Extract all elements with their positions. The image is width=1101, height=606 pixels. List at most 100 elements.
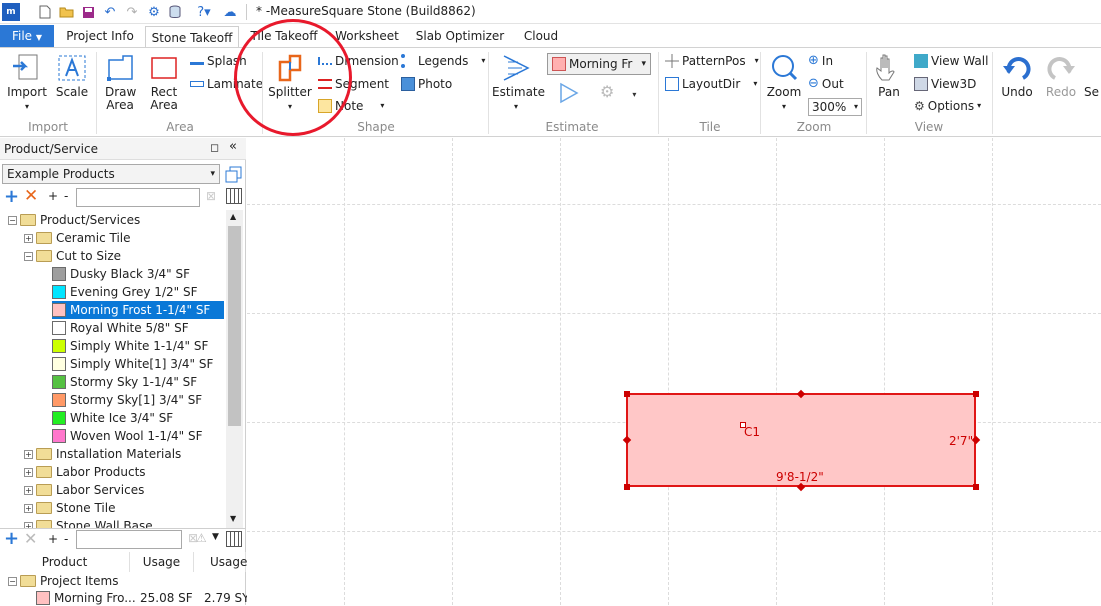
scrollbar-thumb[interactable] xyxy=(228,226,241,426)
expand-all-icon[interactable]: + xyxy=(48,532,58,546)
list-item[interactable]: Royal White 5/8" SF xyxy=(52,319,189,337)
tree-node-labor-products[interactable]: + Labor Products xyxy=(24,463,146,481)
rect-area-button[interactable]: Rect Area xyxy=(144,52,184,112)
column-header-usage[interactable]: Usage xyxy=(130,552,194,572)
pin-icon[interactable]: ◻ xyxy=(210,141,219,154)
list-item[interactable]: Stormy Sky 1-1/4" SF xyxy=(52,373,197,391)
estimate-settings-button[interactable]: ⚙ ▾ xyxy=(600,82,646,106)
scroll-down-icon[interactable]: ▼ xyxy=(230,514,236,523)
pan-button[interactable]: Pan xyxy=(870,52,908,99)
tree-node-stone-tile[interactable]: + Stone Tile xyxy=(24,499,115,517)
collapse-icon[interactable]: « xyxy=(229,139,237,154)
list-item[interactable]: Simply White[1] 3/4" SF xyxy=(52,355,213,373)
tree-node-stone-wall-base[interactable]: + Stone Wall Base xyxy=(24,517,153,528)
project-search-input[interactable] xyxy=(76,530,182,549)
import-button[interactable]: Import ▾ xyxy=(4,52,50,113)
product-list-dropdown[interactable]: Example Products ▾ xyxy=(2,164,220,184)
corner-handle[interactable] xyxy=(973,484,979,490)
collapse-icon[interactable]: − xyxy=(8,576,17,586)
select-button[interactable]: Se xyxy=(1084,52,1101,99)
draw-area-button[interactable]: Draw Area xyxy=(100,52,140,112)
scroll-up-icon[interactable]: ▲ xyxy=(230,212,236,221)
grid-line xyxy=(776,138,777,605)
corner-handle[interactable] xyxy=(624,391,630,397)
tab-file[interactable]: File ▼ xyxy=(0,25,54,47)
tree-node-labor-services[interactable]: + Labor Services xyxy=(24,481,144,499)
zoom-out-button[interactable]: ⊖ Out xyxy=(808,75,844,93)
list-item[interactable]: Evening Grey 1/2" SF xyxy=(52,283,197,301)
play-button[interactable] xyxy=(556,82,584,106)
database-icon[interactable] xyxy=(166,3,184,21)
zoom-level-select[interactable]: 300% ▾ xyxy=(808,98,862,116)
open-folder-icon[interactable] xyxy=(57,3,75,21)
list-item[interactable]: Woven Wool 1-1/4" SF xyxy=(52,427,203,445)
list-item[interactable]: Simply White 1-1/4" SF xyxy=(52,337,208,355)
add-icon[interactable]: + xyxy=(4,528,19,549)
corner-handle[interactable] xyxy=(973,391,979,397)
zoom-in-button[interactable]: ⊕ In xyxy=(808,52,833,70)
expand-icon[interactable]: + xyxy=(24,449,33,459)
layoutdir-button[interactable]: LayoutDir ▾ xyxy=(665,75,757,93)
undo-button[interactable]: Undo xyxy=(996,52,1038,99)
table-row[interactable]: Morning Fro... 25.08 SF 2.79 SY xyxy=(36,590,249,606)
chevron-down-icon[interactable]: ▼ xyxy=(212,532,219,542)
settings-gear-icon[interactable]: ⚙ xyxy=(145,3,163,21)
material-dropdown[interactable]: Morning Fr ▾ xyxy=(547,53,651,75)
list-item[interactable]: White Ice 3/4" SF xyxy=(52,409,173,427)
legends-button[interactable]: Legends ▾ xyxy=(401,52,485,70)
warning-icon[interactable]: ⚠ xyxy=(196,531,207,545)
calculator-icon[interactable] xyxy=(226,531,242,547)
collapse-all-icon[interactable]: - xyxy=(64,532,68,546)
clear-search-icon[interactable]: ⊠ xyxy=(206,189,216,203)
calculator-icon[interactable] xyxy=(226,188,242,204)
expand-icon[interactable]: + xyxy=(24,467,33,477)
collapse-icon[interactable]: − xyxy=(8,215,17,225)
redo-button[interactable]: Redo xyxy=(1040,52,1082,99)
undo-small-icon[interactable]: ↶ xyxy=(101,3,119,21)
patternpos-button[interactable]: PatternPos ▾ xyxy=(665,52,759,70)
help-icon[interactable]: ?▾ xyxy=(192,3,216,21)
list-item[interactable]: Dusky Black 3/4" SF xyxy=(52,265,190,283)
expand-all-icon[interactable]: + xyxy=(48,189,58,203)
redo-small-icon[interactable]: ↷ xyxy=(123,3,141,21)
options-button[interactable]: ⚙ Options ▾ xyxy=(914,97,981,115)
delete-icon[interactable]: ✕ xyxy=(24,186,38,206)
tab-cloud[interactable]: Cloud xyxy=(515,25,567,47)
zoom-button[interactable]: Zoom ▾ xyxy=(764,52,804,113)
tab-project-info[interactable]: Project Info xyxy=(58,25,142,47)
view-wall-button[interactable]: View Wall xyxy=(914,52,988,70)
tab-stone-takeoff[interactable]: Stone Takeoff xyxy=(145,26,239,48)
tab-slab-optimizer[interactable]: Slab Optimizer xyxy=(411,25,509,47)
expand-icon[interactable]: + xyxy=(24,485,33,495)
photo-button[interactable]: Photo xyxy=(401,75,452,93)
product-search-input[interactable] xyxy=(76,188,200,207)
list-item[interactable]: Stormy Sky[1] 3/4" SF xyxy=(52,391,202,409)
tree-scrollbar[interactable]: ▲ ▼ xyxy=(226,210,243,528)
tree-node-product-services[interactable]: − Product/Services xyxy=(8,211,140,229)
expand-icon[interactable]: + xyxy=(24,503,33,513)
list-item[interactable]: Morning Frost 1-1/4" SF xyxy=(52,301,224,319)
tree-node-installation-materials[interactable]: + Installation Materials xyxy=(24,445,181,463)
tree-node-project-items[interactable]: − Project Items xyxy=(8,572,118,590)
grid-icon xyxy=(665,54,679,68)
corner-handle[interactable] xyxy=(624,484,630,490)
catalog-icon[interactable] xyxy=(225,165,243,183)
column-header-usage-2[interactable]: Usage xyxy=(194,552,247,572)
collapse-icon[interactable]: − xyxy=(24,251,33,261)
scale-button[interactable]: Scale xyxy=(52,52,92,99)
list-item-label: Stormy Sky[1] 3/4" SF xyxy=(70,393,203,407)
expand-icon[interactable]: + xyxy=(24,233,33,243)
delete-icon[interactable]: ✕ xyxy=(24,529,37,548)
add-icon[interactable]: + xyxy=(4,186,19,207)
new-file-icon[interactable] xyxy=(36,3,54,21)
divider xyxy=(866,52,867,134)
collapse-all-icon[interactable]: - xyxy=(64,189,68,203)
tree-node-ceramic-tile[interactable]: + Ceramic Tile xyxy=(24,229,131,247)
estimate-button[interactable]: Estimate ▾ xyxy=(492,52,545,113)
column-header-product[interactable]: Product xyxy=(0,552,130,572)
tree-node-cut-to-size[interactable]: − Cut to Size xyxy=(24,247,121,265)
drawing-canvas[interactable]: C1 2'7" 9'8-1/2" xyxy=(247,138,1101,605)
cloud-icon[interactable]: ☁ xyxy=(221,3,239,21)
view3d-button[interactable]: View3D xyxy=(914,75,976,93)
save-icon[interactable] xyxy=(79,3,97,21)
